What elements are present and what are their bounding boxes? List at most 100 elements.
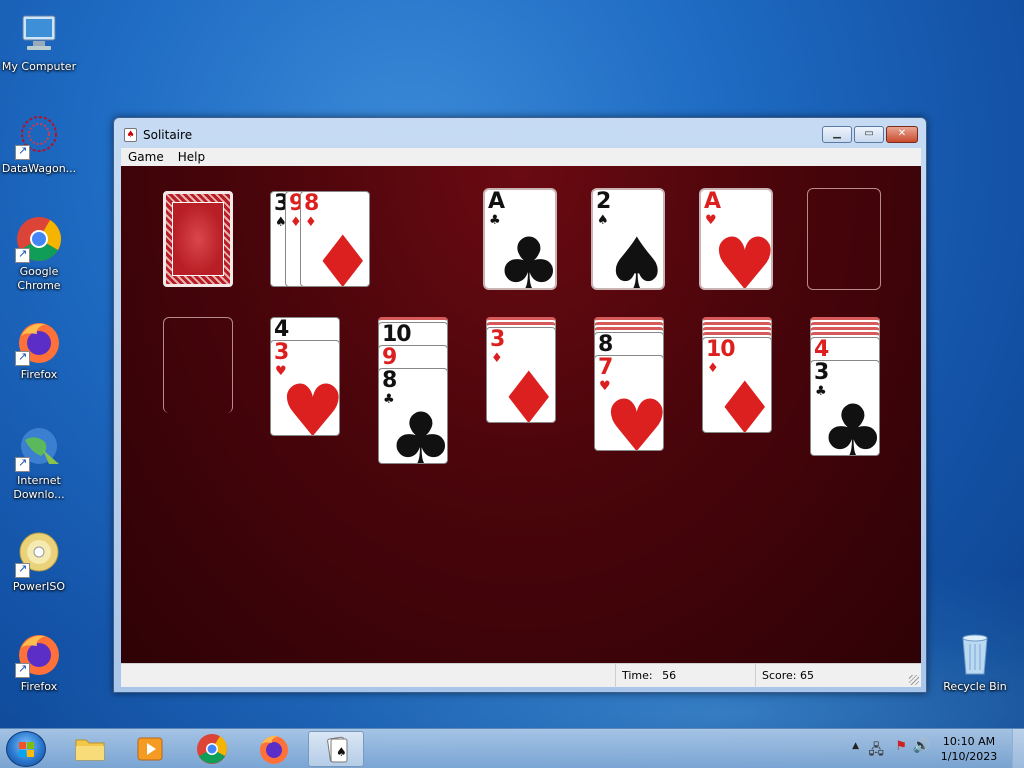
tableau-empty-slot[interactable] [163, 317, 233, 413]
card-suit-icon: ♦ [707, 361, 719, 376]
globe-download-icon [15, 424, 63, 472]
desktop-icon-firefox-2[interactable]: Firefox [0, 630, 78, 694]
disc-icon [15, 530, 63, 578]
card-suit-icon: ♥ [705, 213, 717, 228]
card-suit-icon: ♣ [815, 384, 827, 399]
menu-help[interactable]: Help [171, 148, 212, 166]
datawagon-icon [15, 112, 63, 160]
game-board[interactable]: ♠3♠♦9♦♦8♦♣A♣♠2♠♥A♥♠4♠♥3♥♣10♣♥9♥♣8♣♦3♦♠8♠… [121, 166, 921, 663]
desktop-icon-internet-download-manager[interactable]: Internet Downlo... [0, 424, 78, 502]
tableau-card[interactable]: ♣ 8 ♣ [378, 368, 448, 464]
desktop-icon-label: Internet Downlo... [13, 474, 65, 501]
desktop-icon-firefox[interactable]: Firefox [0, 318, 78, 382]
taskbar-firefox[interactable] [246, 731, 302, 767]
shortcut-arrow-icon [15, 350, 30, 366]
shortcut-arrow-icon [15, 662, 30, 678]
tableau-card[interactable]: ♦ 10 ♦ [702, 337, 772, 433]
desktop-icon-recycle-bin[interactable]: Recycle Bin [936, 630, 1014, 694]
menu-bar: Game Help [121, 148, 921, 166]
menu-game[interactable]: Game [121, 148, 171, 166]
close-icon: ✕ [897, 128, 907, 139]
taskbar: ♠ ▲ 🖧 ⚑ 🔊 10:10 AM 1/10/2023 [0, 728, 1024, 768]
card-pip-icon: ♦ [310, 220, 370, 287]
recycle-bin-icon [951, 630, 999, 678]
card-rank: 8 [304, 191, 319, 216]
card-pip-icon: ♥ [604, 384, 664, 451]
card-suit-icon: ♦ [305, 215, 317, 230]
card-pip-icon: ♥ [712, 222, 773, 290]
desktop-icon-poweriso[interactable]: PowerISO [0, 530, 78, 594]
tableau-card[interactable]: ♣ 3 ♣ [810, 360, 880, 456]
card-pip-icon: ♦ [496, 356, 556, 423]
foundation-pile[interactable]: ♥ A ♥ [699, 188, 773, 290]
network-icon[interactable]: 🖧 [868, 739, 884, 763]
clock-date: 1/10/2023 [940, 750, 998, 763]
desktop-icon-my-computer[interactable]: My Computer [0, 10, 78, 74]
folder-icon [75, 739, 105, 761]
taskbar-media-player[interactable] [122, 731, 178, 767]
shortcut-arrow-icon [15, 144, 30, 160]
shortcut-arrow-icon [15, 456, 30, 472]
taskbar-solitaire[interactable]: ♠ [308, 731, 364, 767]
desktop-icon-label: Firefox [20, 680, 58, 693]
desktop-icon-label: DataWagon... [1, 162, 77, 175]
foundation-empty-slot[interactable] [807, 188, 881, 290]
card-rank: 3 [814, 360, 829, 385]
card-rank: A [488, 189, 505, 214]
status-score: Score: 65 [755, 664, 915, 688]
foundation-pile[interactable]: ♣ A ♣ [483, 188, 557, 290]
taskbar-chrome[interactable] [184, 731, 240, 767]
card-pip-icon: ♣ [820, 389, 880, 456]
maximize-icon: ▭ [864, 128, 874, 139]
time-value: 56 [662, 669, 677, 682]
card-pip-icon: ♥ [280, 369, 340, 436]
tableau-card[interactable]: ♦ 3 ♦ [486, 327, 556, 423]
desktop-icon-label: Google Chrome [17, 265, 61, 292]
card-suit-icon: ♣ [383, 392, 395, 407]
card-rank: 8 [598, 332, 613, 357]
window-titlebar[interactable]: ♠ Solitaire ▁ ▭ ✕ [114, 118, 926, 148]
card-pip-icon: ♠ [604, 222, 665, 290]
card-rank: 8 [382, 368, 397, 393]
windows-logo-icon [19, 742, 34, 757]
card-suit-icon: ♠ [597, 213, 609, 228]
card-rank: 3 [274, 340, 289, 365]
card-rank: A [704, 189, 721, 214]
card-rank: 4 [274, 317, 289, 342]
status-time: Time: 56 [615, 664, 755, 688]
firefox-icon [15, 318, 63, 366]
card-suit-icon: ♥ [275, 364, 287, 379]
foundation-pile[interactable]: ♠ 2 ♠ [591, 188, 665, 290]
solitaire-icon: ♠ [327, 736, 348, 763]
firefox-icon [15, 630, 63, 678]
card-rank: 2 [596, 189, 611, 214]
waste-card[interactable]: ♦ 8 ♦ [300, 191, 370, 287]
shortcut-arrow-icon [15, 562, 30, 578]
resize-grip-icon[interactable] [909, 675, 919, 685]
taskbar-explorer[interactable] [62, 731, 118, 767]
tableau-card[interactable]: ♥ 3 ♥ [270, 340, 340, 436]
stock-pile[interactable] [163, 191, 233, 287]
start-button[interactable] [6, 731, 46, 767]
computer-icon [15, 10, 63, 58]
maximize-button[interactable]: ▭ [854, 126, 884, 143]
card-pip-icon: ♣ [496, 222, 557, 290]
show-desktop-button[interactable] [1012, 729, 1024, 768]
card-rank: 3 [490, 327, 505, 352]
desktop-icon-label: My Computer [1, 60, 77, 73]
show-hidden-icons-chevron-icon[interactable]: ▲ [852, 741, 859, 751]
firefox-icon [260, 735, 288, 764]
card-suit-icon: ♣ [489, 213, 501, 228]
chrome-icon [15, 215, 63, 263]
tableau-card[interactable]: ♥ 7 ♥ [594, 355, 664, 451]
action-center-flag-icon[interactable]: ⚑ [895, 739, 907, 754]
desktop-icon-label: PowerISO [12, 580, 66, 593]
card-rank: 9 [382, 345, 397, 370]
svg-text:♠: ♠ [336, 745, 347, 759]
minimize-button[interactable]: ▁ [822, 126, 852, 143]
close-button[interactable]: ✕ [886, 126, 918, 143]
desktop-icon-datawagon[interactable]: DataWagon... [0, 112, 78, 176]
desktop-icon-google-chrome[interactable]: Google Chrome [0, 215, 78, 293]
clock[interactable]: 10:10 AM 1/10/2023 [934, 734, 1004, 764]
volume-icon[interactable]: 🔊 [913, 738, 930, 754]
